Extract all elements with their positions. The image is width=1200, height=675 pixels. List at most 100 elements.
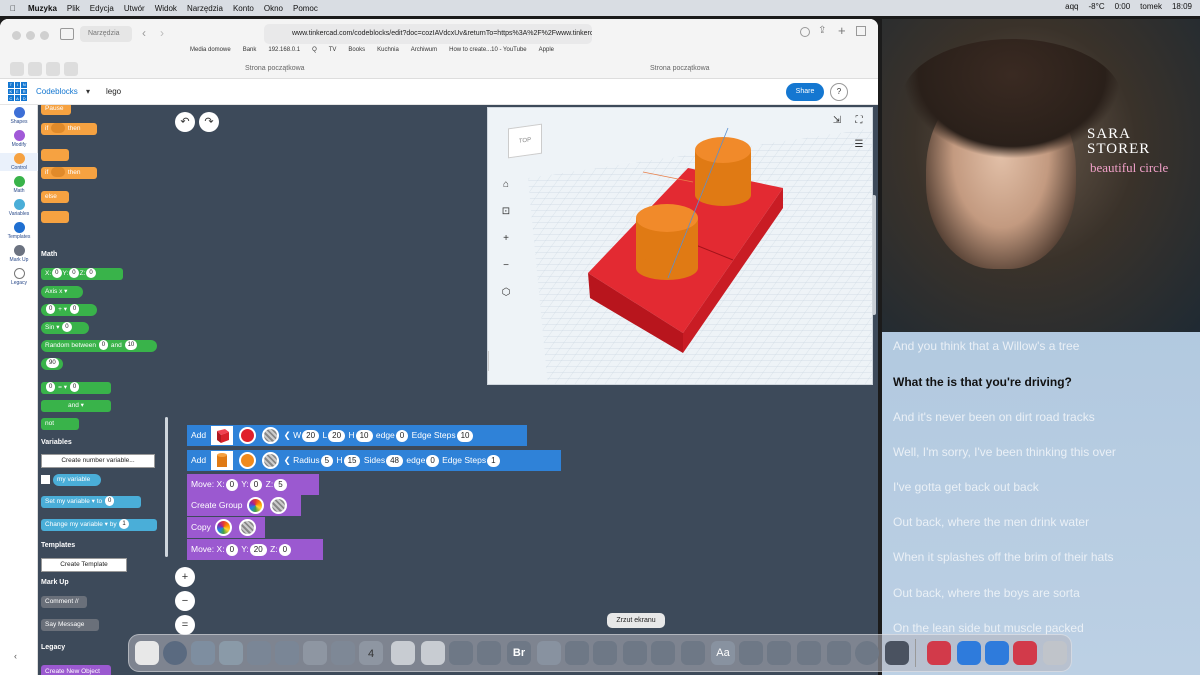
- collapse-arrow-icon[interactable]: ❮: [284, 430, 291, 440]
- y-value[interactable]: 0: [249, 478, 263, 491]
- extension-icon[interactable]: [64, 62, 78, 76]
- bookmark[interactable]: Media domowe: [190, 47, 231, 59]
- zoom-reset-button[interactable]: =: [175, 615, 195, 635]
- app-icon[interactable]: [391, 641, 415, 665]
- category-templates[interactable]: Templates: [0, 222, 38, 240]
- box-shape-icon[interactable]: [210, 426, 233, 446]
- bookmark[interactable]: How to create...10 - YouTube: [449, 47, 527, 59]
- zoom-window-button[interactable]: [40, 31, 49, 40]
- change-variable-block[interactable]: Change my variable ▾ by 1: [41, 519, 157, 531]
- category-markup[interactable]: Mark Up: [0, 245, 38, 263]
- number-value[interactable]: 90: [46, 358, 59, 369]
- minimize-viewport-icon[interactable]: ⇲: [830, 114, 844, 128]
- extension-icon[interactable]: [10, 62, 24, 76]
- axis-block[interactable]: Axis x ▾: [41, 286, 83, 298]
- bookmark[interactable]: Apple: [539, 47, 554, 59]
- category-modify[interactable]: Modify: [0, 130, 38, 148]
- lyric-line-current[interactable]: What the is that you're driving?: [893, 375, 1072, 389]
- number-block[interactable]: 90: [41, 358, 63, 370]
- menu-item-file[interactable]: Plik: [67, 4, 80, 13]
- say-message[interactable]: Message: [58, 621, 84, 628]
- z-value[interactable]: 5: [274, 478, 287, 491]
- copy-block[interactable]: Copy: [187, 517, 265, 538]
- category-variables[interactable]: Variables: [0, 199, 38, 217]
- add-box-block[interactable]: Add ❮ W 20 L 20 H 10 edge 0 Edge Steps 10: [187, 425, 527, 446]
- menu-user[interactable]: tomek: [1140, 2, 1162, 11]
- share-button[interactable]: Share: [786, 83, 824, 101]
- folder-icon[interactable]: [985, 641, 1009, 665]
- notes-icon[interactable]: [303, 641, 327, 665]
- help-button[interactable]: ?: [830, 83, 848, 101]
- ortho-view-icon[interactable]: ⬡: [499, 286, 513, 300]
- menu-item-window[interactable]: Okno: [264, 4, 283, 13]
- variable-checkbox[interactable]: [41, 475, 50, 484]
- lyric-line[interactable]: And you think that a Willow's a tree: [893, 339, 1079, 353]
- menu-app-name[interactable]: Muzyka: [28, 4, 57, 13]
- menu-item-tools[interactable]: Narzędzia: [187, 4, 223, 13]
- tab-start-page[interactable]: Strona początkowa: [245, 65, 305, 72]
- l-value[interactable]: 20: [328, 429, 346, 442]
- close-window-button[interactable]: [12, 31, 21, 40]
- edge-value[interactable]: 0: [426, 454, 439, 467]
- lyric-line[interactable]: Out back, where the boys are sorta: [893, 586, 1080, 600]
- zoom-out-icon[interactable]: −: [499, 259, 513, 273]
- bookmark[interactable]: Bank: [243, 47, 257, 59]
- redo-button[interactable]: ↷: [199, 112, 219, 132]
- weather-temp[interactable]: -8°C: [1089, 2, 1105, 11]
- dictionary-icon[interactable]: Aa: [711, 641, 735, 665]
- if-then-else-block[interactable]: if then: [41, 167, 97, 179]
- compare-operator[interactable]: = ▾: [58, 384, 67, 391]
- menu-item-edit[interactable]: Edycja: [90, 4, 114, 13]
- home-view-icon[interactable]: ⌂: [499, 178, 513, 192]
- folder-icon[interactable]: [957, 641, 981, 665]
- music-app-icon[interactable]: [651, 641, 675, 665]
- bridge-icon[interactable]: Br: [507, 641, 531, 665]
- fullscreen-icon[interactable]: ⛶: [852, 114, 866, 128]
- collapse-panel-icon[interactable]: ‹: [14, 651, 17, 661]
- color-swatch[interactable]: [238, 427, 256, 445]
- create-variable-button[interactable]: Create number variable...: [41, 454, 155, 468]
- sidebar-toggle-icon[interactable]: [60, 28, 74, 40]
- menu-item-help[interactable]: Pomoc: [293, 4, 318, 13]
- layers-icon[interactable]: [797, 641, 821, 665]
- hole-toggle[interactable]: [270, 497, 288, 515]
- timer-readout[interactable]: 0:00: [1115, 2, 1131, 11]
- hole-toggle[interactable]: [238, 519, 256, 537]
- recent-app-icon[interactable]: [1013, 641, 1037, 665]
- lyric-line[interactable]: And it's never been on dirt road tracks: [893, 410, 1095, 424]
- w-value[interactable]: 20: [302, 429, 320, 442]
- safari-icon[interactable]: [163, 641, 187, 665]
- say-block[interactable]: Say Message: [41, 619, 99, 631]
- zoom-out-button[interactable]: −: [175, 591, 195, 611]
- z-value[interactable]: 0: [278, 543, 292, 556]
- move-block[interactable]: Move: X: 0 Y: 0 Z: 5: [187, 474, 319, 495]
- mode-selector[interactable]: Codeblocks ▾: [36, 87, 90, 96]
- viewport-resize-handle[interactable]: [488, 351, 489, 371]
- settings-sliders-icon[interactable]: ☰: [852, 138, 866, 152]
- trash-icon[interactable]: [1043, 641, 1067, 665]
- tab-group-selector[interactable]: Narzędzia: [80, 26, 132, 42]
- menu-item-account[interactable]: Konto: [233, 4, 254, 13]
- bookmark[interactable]: 192.168.0.1: [268, 47, 300, 59]
- tab-overview-icon[interactable]: [856, 26, 866, 36]
- lyric-line[interactable]: Out back, where the men drink water: [893, 515, 1089, 529]
- share-icon[interactable]: ⇪: [818, 25, 826, 36]
- comment-block[interactable]: Comment //: [41, 596, 87, 608]
- calendar-icon[interactable]: 4: [359, 641, 383, 665]
- edge-steps-value[interactable]: 1: [487, 454, 500, 467]
- sides-value[interactable]: 48: [386, 454, 404, 467]
- compare-b[interactable]: 0: [69, 382, 80, 393]
- 3d-viewport[interactable]: TOP ⌂ ⊡ + − ⬡ ⇲ ⛶ ☰: [487, 107, 873, 385]
- x-value[interactable]: 0: [225, 478, 239, 491]
- add-cylinder-block[interactable]: Add ❮ Radius 5 H 15 Sides 48 edge 0 Edge Ste…: [187, 450, 561, 471]
- address-bar[interactable]: www.tinkercad.com/codeblocks/edit?doc=co…: [264, 24, 592, 44]
- my-variable-block[interactable]: my variable: [53, 474, 101, 486]
- x-value[interactable]: 0: [225, 543, 239, 556]
- radius-value[interactable]: 5: [320, 454, 334, 467]
- h-value[interactable]: 10: [355, 429, 373, 442]
- forward-button[interactable]: ›: [160, 26, 164, 40]
- h-value[interactable]: 15: [343, 454, 361, 467]
- category-legacy[interactable]: Legacy: [0, 268, 38, 286]
- freeform-icon[interactable]: [449, 641, 473, 665]
- color-swatch[interactable]: [238, 452, 256, 470]
